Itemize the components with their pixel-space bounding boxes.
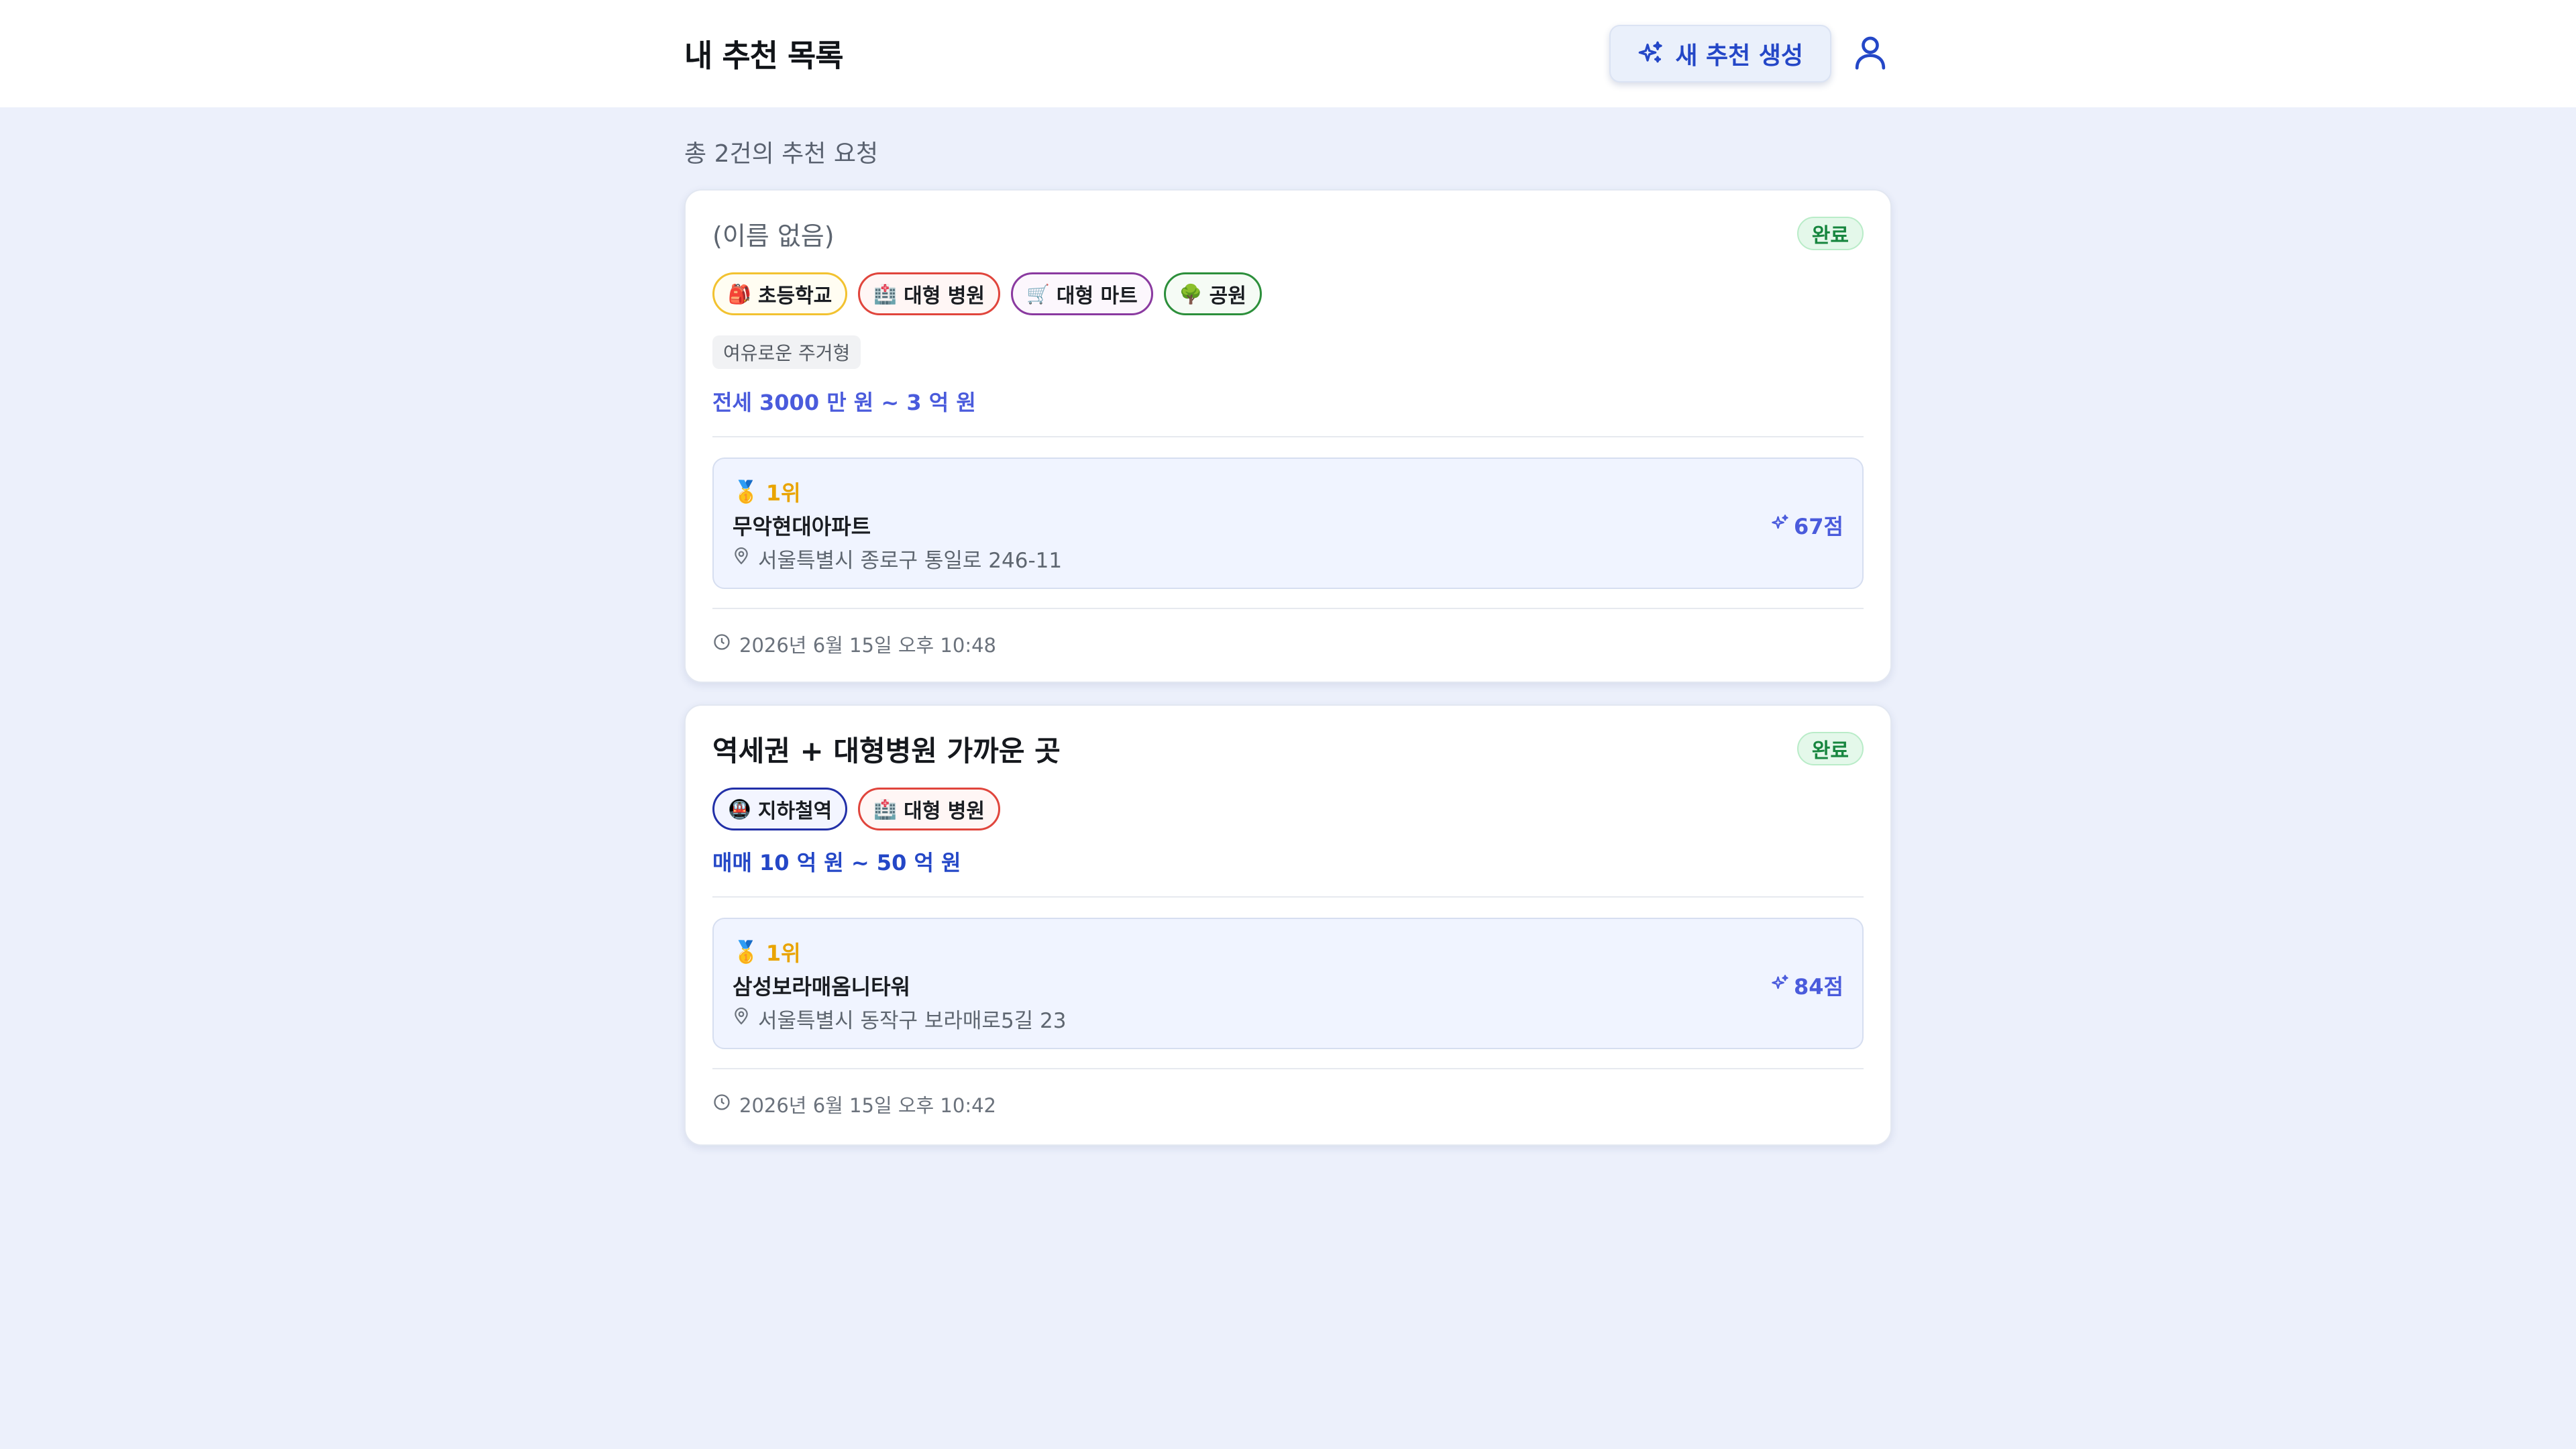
cart-icon: 🛒 — [1026, 282, 1050, 305]
rank-label: 🥇 1위 — [733, 476, 801, 507]
place-name: 무악현대아파트 — [733, 514, 871, 539]
map-pin-icon — [733, 546, 750, 572]
tag-subway-station: 🚇 지하철역 — [712, 788, 848, 830]
gold-medal-icon: 🥇 — [733, 939, 759, 965]
tag-hospital: 🏥 대형 병원 — [858, 272, 1001, 315]
card-title: (이름 없음) — [712, 221, 835, 251]
top-result[interactable]: 🥇 1위 삼성보라매옴니타워 서울특별시 동작구 보라매로5길 23 84점 — [712, 918, 1864, 1049]
score-text: 67점 — [1794, 514, 1843, 539]
top-header: 내 추천 목록 새 추천 생성 — [0, 0, 2576, 107]
clock-icon — [712, 1093, 731, 1116]
map-pin-icon — [733, 1006, 750, 1032]
user-icon — [1851, 33, 1889, 74]
recommendation-card[interactable]: 역세권 + 대형병원 가까운 곳 완료 🚇 지하철역 🏥 대형 병원 매매 10… — [684, 704, 1892, 1146]
match-score: 67점 — [1771, 510, 1843, 541]
card-title: 역세권 + 대형병원 가까운 곳 — [712, 734, 1061, 767]
header-inner: 내 추천 목록 새 추천 생성 — [684, 0, 1892, 107]
price-range: 매매 10 억 원 ~ 50 억 원 — [712, 850, 961, 875]
address-text: 서울특별시 종로구 통일로 246-11 — [758, 549, 1063, 573]
hospital-icon: 🏥 — [873, 798, 898, 820]
tag-label: 공원 — [1209, 284, 1246, 308]
summary-count: 총 2건의 추천 요청 — [684, 140, 879, 168]
timestamp-text: 2026년 6월 15일 오후 10:42 — [739, 1094, 997, 1117]
sparkles-icon — [1771, 513, 1790, 538]
score-text: 84점 — [1794, 974, 1843, 1000]
divider — [712, 896, 1864, 898]
card-header: (이름 없음) 완료 — [712, 213, 1864, 254]
tag-label: 초등학교 — [757, 284, 833, 308]
place-address: 서울특별시 종로구 통일로 246-11 — [733, 543, 1062, 574]
new-recommendation-label: 새 추천 생성 — [1675, 42, 1803, 70]
place-name: 삼성보라매옴니타워 — [733, 974, 910, 1000]
clock-icon — [712, 633, 731, 656]
address-text: 서울특별시 동작구 보라매로5길 23 — [758, 1009, 1067, 1033]
residence-type-chip: 여유로운 주거형 — [712, 335, 861, 369]
match-score: 84점 — [1771, 970, 1843, 1001]
place-address: 서울특별시 동작구 보라매로5길 23 — [733, 1004, 1067, 1034]
top-result[interactable]: 🥇 1위 무악현대아파트 서울특별시 종로구 통일로 246-11 67점 — [712, 458, 1864, 589]
sparkles-icon — [1771, 973, 1790, 998]
rank-label: 🥇 1위 — [733, 936, 801, 967]
page-title: 내 추천 목록 — [684, 38, 844, 74]
facility-tags: 🎒 초등학교 🏥 대형 병원 🛒 대형 마트 🌳 공원 — [712, 272, 1864, 315]
price-range: 전세 3000 만 원 ~ 3 억 원 — [712, 390, 976, 415]
recommendation-card[interactable]: (이름 없음) 완료 🎒 초등학교 🏥 대형 병원 🛒 대형 마트 🌳 공원 여… — [684, 189, 1892, 683]
timestamp-text: 2026년 6월 15일 오후 10:48 — [739, 634, 997, 657]
status-badge: 완료 — [1796, 732, 1864, 765]
tag-label: 대형 병원 — [904, 284, 985, 308]
tag-label: 대형 병원 — [904, 800, 985, 823]
user-profile-button[interactable] — [1849, 32, 1892, 75]
tag-park: 🌳 공원 — [1163, 272, 1262, 315]
facility-tags: 🚇 지하철역 🏥 대형 병원 — [712, 788, 1864, 830]
sparkles-icon — [1638, 40, 1664, 67]
tag-elementary-school: 🎒 초등학교 — [712, 272, 848, 315]
tag-mart: 🛒 대형 마트 — [1011, 272, 1153, 315]
created-timestamp: 2026년 6월 15일 오후 10:42 — [712, 1091, 1864, 1118]
tag-label: 지하철역 — [757, 800, 833, 823]
tag-hospital: 🏥 대형 병원 — [858, 788, 1001, 830]
rank-text: 1위 — [765, 480, 801, 506]
divider — [712, 1068, 1864, 1069]
header-actions: 새 추천 생성 — [1609, 25, 1892, 83]
hospital-icon: 🏥 — [873, 282, 898, 305]
recommendation-list: 총 2건의 추천 요청 (이름 없음) 완료 🎒 초등학교 🏥 대형 병원 🛒 … — [684, 107, 1892, 1146]
subway-icon: 🚇 — [728, 798, 751, 820]
divider — [712, 436, 1864, 437]
created-timestamp: 2026년 6월 15일 오후 10:48 — [712, 631, 1864, 657]
tree-icon: 🌳 — [1179, 282, 1203, 305]
status-badge: 완료 — [1796, 217, 1864, 250]
card-header: 역세권 + 대형병원 가까운 곳 완료 — [712, 729, 1864, 769]
tag-label: 대형 마트 — [1056, 284, 1138, 308]
rank-text: 1위 — [765, 941, 801, 966]
gold-medal-icon: 🥇 — [733, 479, 759, 504]
new-recommendation-button[interactable]: 새 추천 생성 — [1609, 25, 1831, 83]
divider — [712, 608, 1864, 609]
backpack-icon: 🎒 — [728, 282, 751, 305]
